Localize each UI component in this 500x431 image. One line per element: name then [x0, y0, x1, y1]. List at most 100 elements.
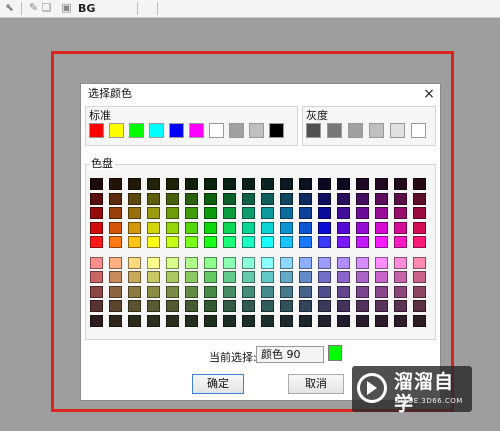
bg-icon[interactable]: ▣	[60, 2, 73, 14]
palette-color-cell[interactable]	[204, 285, 217, 298]
palette-color-cell[interactable]	[318, 178, 331, 190]
palette-color-cell[interactable]	[261, 236, 274, 248]
close-button[interactable]: ×	[421, 86, 437, 102]
palette-color-cell[interactable]	[204, 271, 217, 283]
palette-color-cell[interactable]	[166, 314, 179, 327]
palette-color-cell[interactable]	[185, 221, 198, 234]
palette-color-cell[interactable]	[394, 207, 407, 219]
palette-color-cell[interactable]	[280, 256, 293, 269]
palette-color-cell[interactable]	[375, 271, 388, 283]
palette-color-cell[interactable]	[299, 236, 312, 248]
standard-color-swatch[interactable]	[229, 123, 244, 138]
palette-color-cell[interactable]	[356, 285, 369, 298]
palette-color-cell[interactable]	[242, 314, 255, 327]
palette-color-cell[interactable]	[223, 285, 236, 298]
palette-color-cell[interactable]	[204, 221, 217, 234]
grayscale-color-swatch[interactable]	[369, 123, 384, 138]
standard-color-swatch[interactable]	[169, 123, 184, 138]
palette-color-cell[interactable]	[413, 285, 426, 298]
palette-color-cell[interactable]	[356, 271, 369, 283]
palette-color-cell[interactable]	[147, 271, 160, 283]
palette-color-cell[interactable]	[223, 221, 236, 234]
palette-color-cell[interactable]	[413, 178, 426, 190]
palette-color-cell[interactable]	[356, 221, 369, 234]
palette-color-cell[interactable]	[128, 300, 141, 312]
palette-color-cell[interactable]	[109, 236, 122, 248]
palette-color-cell[interactable]	[318, 285, 331, 298]
palette-color-cell[interactable]	[413, 207, 426, 219]
palette-color-cell[interactable]	[318, 256, 331, 269]
brush-icon[interactable]: ✎	[27, 2, 40, 14]
palette-color-cell[interactable]	[204, 207, 217, 219]
palette-color-cell[interactable]	[318, 192, 331, 205]
palette-color-cell[interactable]	[90, 236, 103, 248]
palette-color-cell[interactable]	[299, 271, 312, 283]
cancel-button[interactable]: 取消	[288, 374, 344, 394]
palette-color-cell[interactable]	[90, 300, 103, 312]
palette-color-cell[interactable]	[242, 256, 255, 269]
palette-color-cell[interactable]	[356, 236, 369, 248]
palette-color-cell[interactable]	[90, 207, 103, 219]
palette-color-cell[interactable]	[147, 178, 160, 190]
palette-color-cell[interactable]	[204, 192, 217, 205]
dialog-title-bar[interactable]: 选择颜色 ×	[81, 84, 440, 104]
palette-color-cell[interactable]	[185, 236, 198, 248]
palette-color-cell[interactable]	[223, 300, 236, 312]
palette-color-cell[interactable]	[375, 256, 388, 269]
palette-color-cell[interactable]	[90, 221, 103, 234]
palette-color-cell[interactable]	[147, 285, 160, 298]
palette-color-cell[interactable]	[147, 236, 160, 248]
grayscale-color-swatch[interactable]	[411, 123, 426, 138]
palette-color-cell[interactable]	[242, 178, 255, 190]
palette-color-cell[interactable]	[394, 314, 407, 327]
palette-color-cell[interactable]	[90, 192, 103, 205]
palette-color-cell[interactable]	[109, 221, 122, 234]
palette-color-cell[interactable]	[147, 192, 160, 205]
ok-button[interactable]: 确定	[192, 374, 244, 394]
palette-color-cell[interactable]	[280, 314, 293, 327]
palette-color-cell[interactable]	[356, 300, 369, 312]
palette-color-cell[interactable]	[318, 271, 331, 283]
palette-color-cell[interactable]	[109, 178, 122, 190]
standard-color-swatch[interactable]	[129, 123, 144, 138]
palette-color-cell[interactable]	[261, 314, 274, 327]
palette-color-cell[interactable]	[337, 207, 350, 219]
palette-color-cell[interactable]	[375, 207, 388, 219]
palette-color-cell[interactable]	[166, 300, 179, 312]
palette-color-cell[interactable]	[280, 285, 293, 298]
palette-color-cell[interactable]	[223, 192, 236, 205]
palette-color-cell[interactable]	[109, 256, 122, 269]
palette-color-cell[interactable]	[375, 221, 388, 234]
palette-color-cell[interactable]	[185, 192, 198, 205]
grayscale-color-swatch[interactable]	[306, 123, 321, 138]
layers-icon[interactable]: ❏	[40, 2, 53, 14]
palette-color-cell[interactable]	[128, 221, 141, 234]
palette-color-cell[interactable]	[356, 192, 369, 205]
palette-color-cell[interactable]	[185, 271, 198, 283]
grayscale-color-swatch[interactable]	[390, 123, 405, 138]
palette-color-cell[interactable]	[185, 207, 198, 219]
palette-color-cell[interactable]	[261, 271, 274, 283]
palette-color-cell[interactable]	[337, 192, 350, 205]
palette-color-cell[interactable]	[299, 192, 312, 205]
palette-color-cell[interactable]	[147, 314, 160, 327]
palette-color-cell[interactable]	[375, 285, 388, 298]
palette-color-cell[interactable]	[109, 285, 122, 298]
palette-color-cell[interactable]	[242, 207, 255, 219]
palette-color-cell[interactable]	[90, 271, 103, 283]
palette-color-cell[interactable]	[204, 236, 217, 248]
palette-color-cell[interactable]	[280, 192, 293, 205]
palette-color-cell[interactable]	[128, 285, 141, 298]
palette-color-cell[interactable]	[261, 178, 274, 190]
palette-color-cell[interactable]	[299, 221, 312, 234]
palette-color-cell[interactable]	[109, 207, 122, 219]
palette-color-cell[interactable]	[337, 221, 350, 234]
palette-color-cell[interactable]	[394, 221, 407, 234]
palette-color-cell[interactable]	[242, 285, 255, 298]
palette-color-cell[interactable]	[185, 178, 198, 190]
palette-color-cell[interactable]	[90, 256, 103, 269]
palette-color-cell[interactable]	[204, 256, 217, 269]
palette-color-cell[interactable]	[90, 314, 103, 327]
palette-color-cell[interactable]	[223, 236, 236, 248]
palette-color-cell[interactable]	[337, 314, 350, 327]
